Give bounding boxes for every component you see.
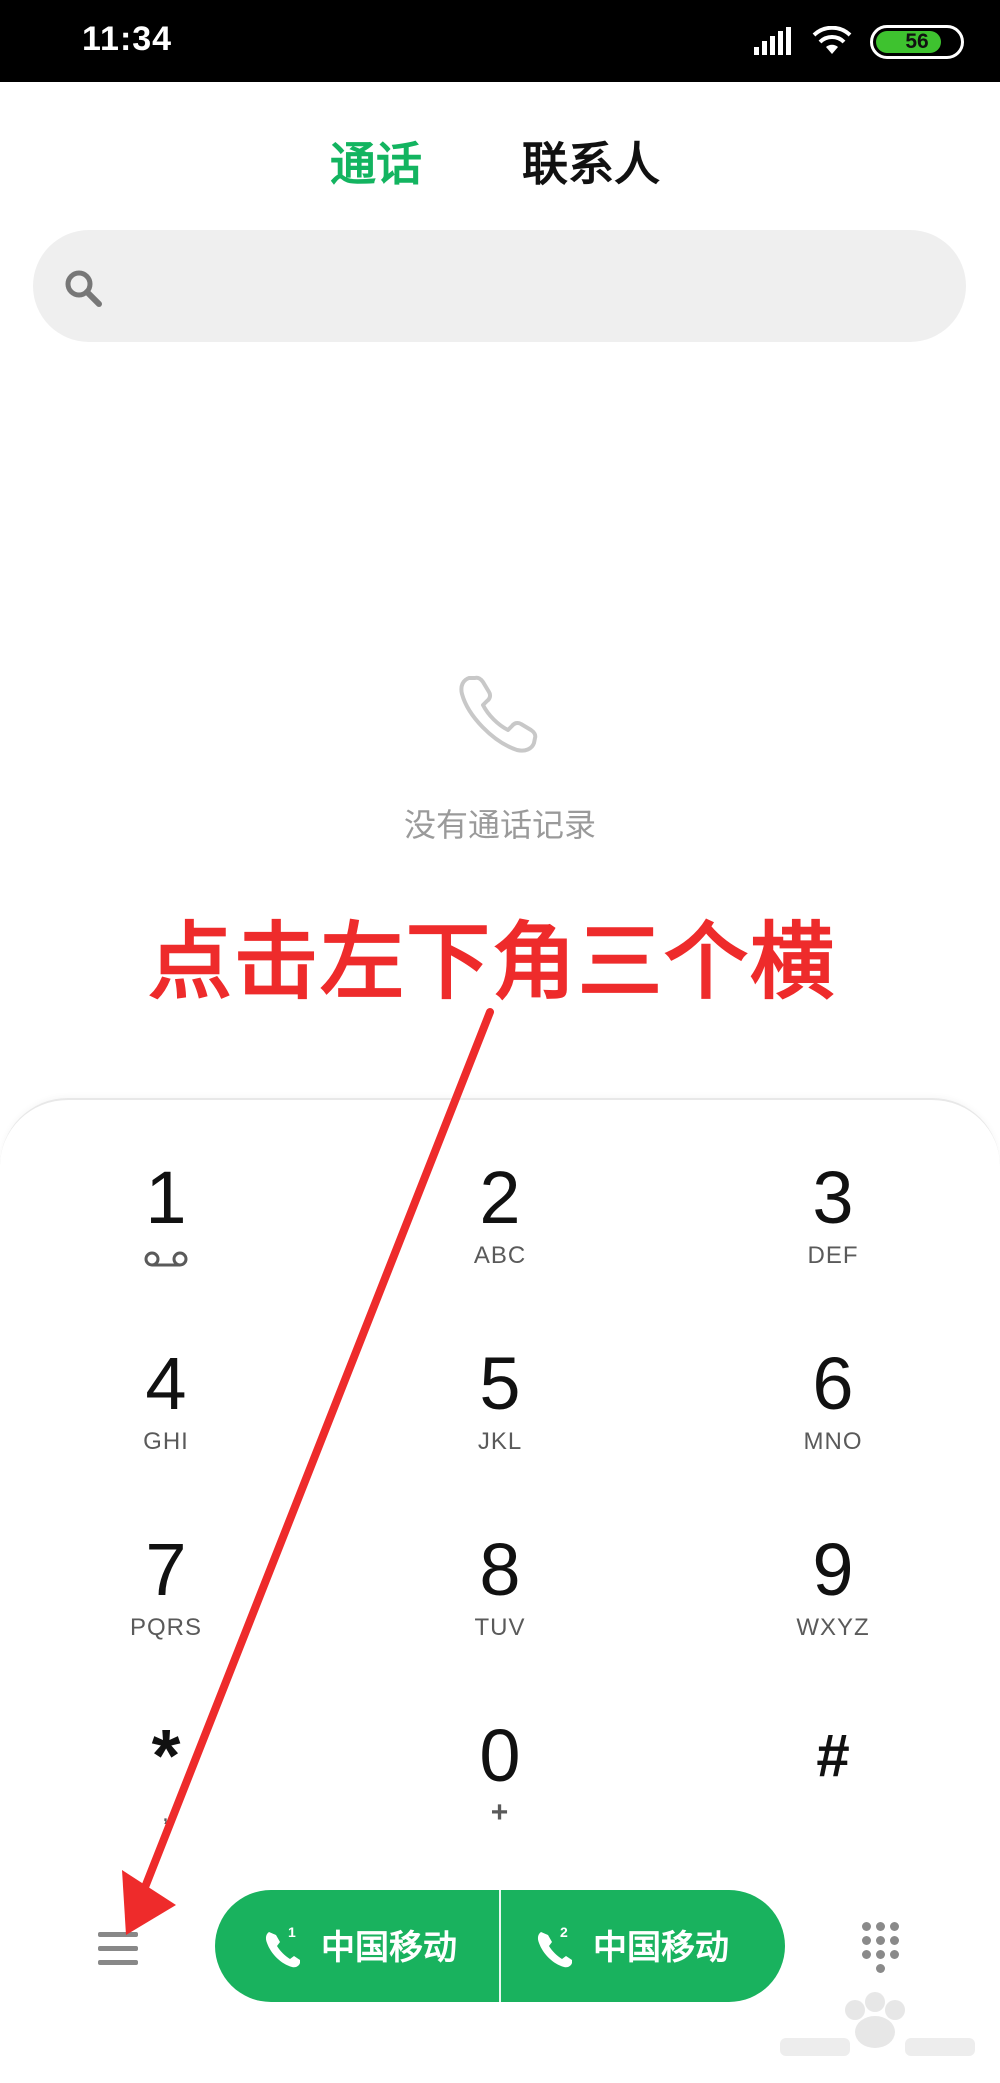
key-hash[interactable]: #: [733, 1716, 933, 1866]
phone-sim1-icon: 1: [265, 1924, 300, 1968]
key-digit: 2: [479, 1156, 521, 1239]
key-digit: 7: [145, 1528, 187, 1611]
key-digit: 0: [479, 1714, 521, 1797]
key-letters: WXYZ: [796, 1614, 870, 1641]
phone-outline-icon: [459, 675, 538, 753]
key-digit: *: [151, 1714, 181, 1797]
status-icons: 56: [754, 22, 964, 62]
phone-sim2-icon: 2: [537, 1924, 572, 1968]
key-8[interactable]: 8 TUV: [400, 1530, 600, 1680]
key-digit: 6: [812, 1342, 854, 1425]
status-bar: 11:34 56: [0, 0, 1000, 82]
battery-icon: 56: [870, 25, 964, 59]
key-letters: ABC: [473, 1242, 527, 1269]
call-buttons: 1 中国移动 2 中国移动: [215, 1890, 785, 2002]
hamburger-menu-icon[interactable]: [92, 1926, 146, 1972]
key-digit: 5: [479, 1342, 521, 1425]
key-5[interactable]: 5 JKL: [400, 1344, 600, 1494]
key-letters: MNO: [803, 1428, 863, 1455]
key-digit: #: [816, 1722, 850, 1789]
signal-icon: [754, 27, 791, 55]
key-digit: 3: [812, 1156, 854, 1239]
sim2-carrier-label: 中国移动: [593, 1928, 729, 1968]
sim1-carrier-label: 中国移动: [321, 1928, 457, 1968]
key-letters: PQRS: [129, 1614, 202, 1641]
sim-slot-1: 1: [288, 1924, 296, 1940]
key-letters: JKL: [477, 1428, 523, 1455]
key-letters: +: [490, 1796, 510, 1829]
key-digit: 1: [145, 1156, 187, 1239]
search-input[interactable]: [33, 230, 966, 342]
key-letters: ,: [162, 1800, 170, 1827]
key-9[interactable]: 9 WXYZ: [733, 1530, 933, 1680]
empty-state-text: 没有通话记录: [403, 806, 596, 844]
key-star[interactable]: * ,: [66, 1716, 266, 1866]
key-letters: TUV: [474, 1614, 526, 1641]
key-digit: 4: [145, 1342, 187, 1425]
sim-slot-2: 2: [560, 1924, 568, 1940]
call-sim1-button[interactable]: 1 中国移动: [215, 1890, 499, 2002]
watermark-logo: [780, 1992, 975, 2056]
key-1[interactable]: 1: [66, 1158, 266, 1308]
key-digit: 9: [812, 1528, 854, 1611]
key-0[interactable]: 0 +: [400, 1716, 600, 1866]
key-2[interactable]: 2 ABC: [400, 1158, 600, 1308]
search-icon: [65, 270, 102, 307]
wifi-icon: [812, 26, 852, 54]
tab-bar: 通话 联系人: [0, 128, 1000, 191]
key-digit: 8: [479, 1528, 521, 1611]
battery-level: 56: [905, 30, 929, 53]
dialpad-grid-icon[interactable]: [862, 1922, 902, 1974]
key-letters: GHI: [143, 1428, 189, 1455]
voicemail-icon: [144, 1251, 188, 1267]
key-6[interactable]: 6 MNO: [733, 1344, 933, 1494]
key-letters: DEF: [807, 1242, 859, 1269]
tab-contacts[interactable]: 联系人: [522, 128, 660, 194]
call-sim2-button[interactable]: 2 中国移动: [501, 1890, 785, 2002]
tab-calls[interactable]: 通话: [330, 128, 422, 194]
key-7[interactable]: 7 PQRS: [66, 1530, 266, 1680]
key-3[interactable]: 3 DEF: [733, 1158, 933, 1308]
key-4[interactable]: 4 GHI: [66, 1344, 266, 1494]
status-time: 11:34: [82, 20, 173, 58]
annotation-text: 点击左下角三个横: [148, 913, 837, 1011]
